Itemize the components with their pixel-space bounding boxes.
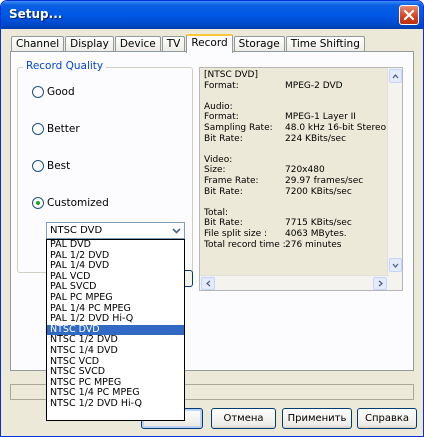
close-button[interactable] (399, 5, 419, 25)
info-sampling-value: 48.0 kHz 16-bit Stereo (285, 122, 387, 133)
title-bar[interactable]: Setup... (1, 1, 423, 29)
info-vertical-scrollbar[interactable] (387, 68, 402, 290)
scroll-down-button[interactable] (389, 258, 402, 272)
radio-good-label: Good (47, 86, 75, 98)
info-header: [NTSC DVD] (204, 70, 258, 80)
tab-tv[interactable]: TV (161, 36, 186, 52)
radio-better-circle[interactable] (32, 123, 44, 135)
info-total-header: Total: (204, 207, 229, 218)
tab-device[interactable]: Device (114, 36, 161, 52)
radio-customized-label: Customized (47, 197, 109, 209)
radio-better-label: Better (47, 123, 80, 135)
close-icon (403, 9, 415, 21)
setup-dialog: Setup... Channel Display Device TV Recor… (0, 0, 424, 437)
info-total-bitrate-label: Bit Rate: (204, 218, 243, 229)
info-framerate-label: Frame Rate: (204, 175, 259, 186)
chevron-right-icon (378, 280, 383, 287)
quality-preset-dropdown-list[interactable]: PAL DVD PAL 1/2 DVD PAL 1/4 DVD PAL VCD PAL … (46, 239, 185, 421)
radio-customized[interactable]: Customized (32, 197, 109, 209)
record-quality-label: Record Quality (23, 60, 107, 72)
info-audio-header: Audio: (204, 101, 233, 112)
dropdown-option[interactable]: NTSC 1/2 DVD Hi-Q (47, 398, 184, 410)
chevron-left-icon (205, 280, 210, 287)
info-video-header: Video: (204, 154, 233, 165)
quality-preset-combo[interactable]: NTSC DVD (46, 222, 185, 239)
quality-preset-value: NTSC DVD (50, 225, 103, 236)
info-video-bitrate-value: 7200 KBits/sec (285, 186, 352, 197)
tab-storage[interactable]: Storage (233, 36, 285, 52)
radio-customized-circle[interactable] (32, 197, 44, 209)
help-button[interactable]: Справка (357, 408, 417, 429)
preset-info-box: [NTSC DVD] Format: MPEG-2 DVD Audio: Form… (199, 67, 403, 291)
info-split-value: 4063 MBytes. (285, 228, 347, 239)
info-format-value: MPEG-2 DVD (285, 80, 343, 91)
info-audio-bitrate-label: Bit Rate: (204, 133, 243, 144)
radio-best[interactable]: Best (32, 160, 70, 172)
window-title: Setup... (9, 7, 63, 21)
scroll-left-button[interactable] (201, 277, 215, 290)
tab-time-shifting[interactable]: Time Shifting (285, 36, 365, 52)
cancel-button[interactable]: Отмена (211, 408, 276, 429)
dropdown-option[interactable]: PAL DVD (47, 239, 184, 251)
radio-good-circle[interactable] (32, 86, 44, 98)
radio-best-circle[interactable] (32, 160, 44, 172)
dropdown-option[interactable]: PAL PC MPEG (47, 292, 184, 304)
info-total-bitrate-value: 7715 KBits/sec (285, 218, 352, 229)
preset-info-text: [NTSC DVD] Format: MPEG-2 DVD Audio: Form… (204, 70, 386, 250)
info-size-label: Size: (204, 165, 226, 176)
info-format-label: Format: (204, 80, 239, 91)
info-record-time-value: 276 minutes (285, 239, 342, 250)
tab-display[interactable]: Display (65, 36, 114, 52)
info-horizontal-scrollbar[interactable] (200, 275, 389, 290)
info-audio-format-value: MPEG-1 Layer II (285, 112, 356, 123)
radio-good[interactable]: Good (32, 86, 75, 98)
info-size-value: 720x480 (285, 165, 325, 176)
combo-dropdown-button[interactable] (168, 223, 184, 238)
info-sampling-label: Sampling Rate: (204, 122, 273, 133)
chevron-down-icon (392, 263, 399, 268)
scroll-up-button[interactable] (389, 69, 402, 83)
info-audio-format-label: Format: (204, 112, 239, 123)
apply-button[interactable]: Применить (282, 408, 352, 429)
info-audio-bitrate-value: 224 KBits/sec (285, 133, 347, 144)
radio-best-label: Best (47, 160, 71, 172)
chevron-down-icon (171, 227, 181, 234)
tab-channel[interactable]: Channel (11, 36, 65, 52)
info-split-label: File split size : (204, 228, 268, 239)
radio-better[interactable]: Better (32, 123, 80, 135)
tab-record[interactable]: Record (186, 34, 233, 53)
chevron-up-icon (392, 73, 399, 78)
info-video-bitrate-label: Bit Rate: (204, 186, 243, 197)
info-record-time-label: Total record time : (204, 239, 286, 250)
info-framerate-value: 29.97 frames/sec (285, 175, 364, 186)
scroll-right-button[interactable] (373, 277, 387, 290)
dropdown-option[interactable]: NTSC 1/4 DVD (47, 345, 184, 357)
tab-strip: Channel Display Device TV Record Storage… (11, 34, 366, 53)
